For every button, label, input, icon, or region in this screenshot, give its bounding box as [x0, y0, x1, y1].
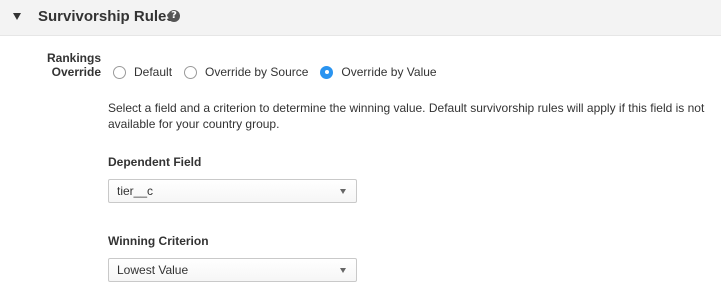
dependent-field-label: Dependent Field	[108, 155, 202, 169]
help-icon[interactable]: ?	[168, 10, 180, 22]
radio-default[interactable]	[113, 65, 126, 79]
description-text: Select a field and a criterion to determ…	[108, 101, 705, 131]
rankings-override-label: Rankings Override	[36, 51, 101, 79]
radio-override-by-source[interactable]	[184, 65, 198, 79]
rankings-override-radio-group: Default Override by Source Override by V…	[113, 63, 449, 81]
radio-option-override-by-value[interactable]: Override by Value	[320, 65, 437, 79]
dependent-field-value: tier__c	[117, 184, 154, 198]
winning-criterion-value: Lowest Value	[117, 263, 189, 277]
section-header[interactable]: Survivorship Rules ?	[0, 0, 721, 36]
caret-down-icon[interactable]	[13, 13, 21, 20]
chevron-down-icon	[340, 189, 346, 194]
radio-label-override-by-value: Override by Value	[341, 65, 437, 79]
radio-option-default[interactable]: Default	[113, 65, 172, 79]
radio-override-by-value[interactable]	[320, 65, 334, 79]
section-title: Survivorship Rules	[38, 8, 175, 25]
radio-label-default: Default	[134, 65, 173, 79]
radio-option-override-by-source[interactable]: Override by Source	[184, 65, 308, 79]
chevron-down-icon	[340, 268, 346, 273]
rankings-override-label-line1: Rankings	[46, 51, 101, 65]
winning-criterion-label: Winning Criterion	[108, 234, 209, 248]
dependent-field-select[interactable]: tier__c	[108, 179, 357, 203]
rankings-override-label-line2: Override	[51, 65, 101, 79]
winning-criterion-select[interactable]: Lowest Value	[108, 258, 357, 282]
radio-label-override-by-source: Override by Source	[205, 65, 309, 79]
